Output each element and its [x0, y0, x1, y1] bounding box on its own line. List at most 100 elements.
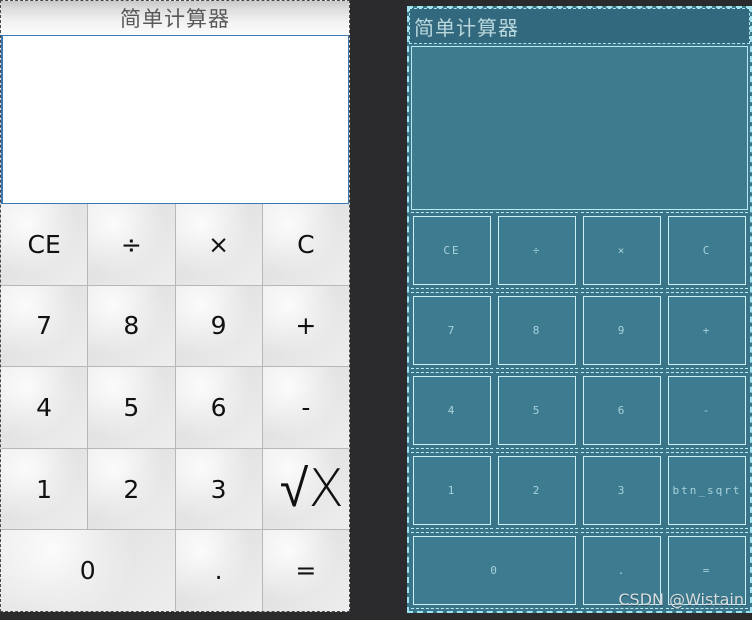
wf-window-title: 简单计算器 [414, 15, 519, 40]
key-label: 7 [36, 311, 53, 341]
btn-multiply[interactable]: × [175, 204, 262, 285]
wf-cell: + [666, 292, 748, 369]
key-label: 3 [210, 474, 227, 504]
wf-btn-8[interactable]: 8 [498, 296, 576, 365]
btn-8[interactable]: 8 [88, 285, 175, 367]
wf-cell: 5 [496, 372, 578, 449]
wf-cell: 0 [411, 532, 578, 609]
wf-btn-6[interactable]: 6 [583, 376, 661, 445]
wf-key-label: + [702, 324, 712, 337]
wf-btn-1[interactable]: 1 [413, 456, 491, 525]
key-label: 2 [123, 474, 140, 504]
btn-decimal[interactable]: . [175, 530, 262, 611]
wf-btn-divide[interactable]: ÷ [498, 216, 576, 285]
wf-cell: = [666, 532, 748, 609]
wf-btn-equals[interactable]: = [668, 536, 746, 605]
btn-c[interactable]: C [262, 204, 349, 285]
btn-0[interactable]: 0 [1, 530, 175, 611]
key-label: - [301, 392, 311, 422]
calculator-window-rendered: 简单计算器 CE ÷ × C 7 8 9 + 4 5 6 - 1 2 3 √X … [0, 0, 350, 612]
wf-key-label: 8 [532, 324, 542, 337]
key-label: 5 [123, 392, 140, 422]
key-label: = [295, 556, 317, 586]
key-label: 6 [210, 392, 227, 422]
wf-key-label: 4 [447, 404, 457, 417]
wf-btn-minus[interactable]: - [668, 376, 746, 445]
key-label: 9 [210, 311, 227, 341]
wf-btn-c[interactable]: C [668, 216, 746, 285]
wf-btn-5[interactable]: 5 [498, 376, 576, 445]
wf-cell: 1 [411, 452, 493, 529]
wf-cell: 3 [581, 452, 663, 529]
wf-cell: CE [411, 212, 493, 289]
wf-cell: 6 [581, 372, 663, 449]
wf-key-label: 3 [617, 484, 627, 497]
key-label: 0 [79, 556, 96, 586]
wf-btn-plus[interactable]: + [668, 296, 746, 365]
window-title: 简单计算器 [120, 7, 230, 31]
wf-key-label: . [617, 564, 627, 577]
wf-cell: 7 [411, 292, 493, 369]
wf-btn-decimal[interactable]: . [583, 536, 661, 605]
btn-minus[interactable]: - [262, 367, 349, 448]
wf-key-label: 6 [617, 404, 627, 417]
key-label: 4 [36, 392, 53, 422]
btn-5[interactable]: 5 [88, 367, 175, 448]
key-label: CE [27, 229, 61, 259]
wf-key-label: × [617, 244, 627, 257]
btn-6[interactable]: 6 [175, 367, 262, 448]
key-label: × [208, 229, 230, 259]
wf-cell: - [666, 372, 748, 449]
wf-keypad-grid: CE ÷ × C 7 8 9 + 4 5 6 - 1 2 3 btn_sqrt … [409, 210, 750, 611]
wf-cell: 8 [496, 292, 578, 369]
display-field[interactable] [1, 35, 349, 204]
wf-cell: 4 [411, 372, 493, 449]
btn-4[interactable]: 4 [1, 367, 88, 448]
wf-btn-ce[interactable]: CE [413, 216, 491, 285]
wf-btn-7[interactable]: 7 [413, 296, 491, 365]
btn-equals[interactable]: = [262, 530, 349, 611]
wf-btn-sqrt[interactable]: btn_sqrt [668, 456, 746, 525]
key-label: + [295, 311, 317, 341]
btn-7[interactable]: 7 [1, 285, 88, 367]
wf-key-label: = [702, 564, 712, 577]
keypad-grid: CE ÷ × C 7 8 9 + 4 5 6 - 1 2 3 √X 0 . = [1, 204, 349, 611]
wf-key-label: C [702, 244, 712, 257]
btn-9[interactable]: 9 [175, 285, 262, 367]
wf-cell: C [666, 212, 748, 289]
btn-sqrt[interactable]: √X [262, 448, 349, 530]
wf-btn-9[interactable]: 9 [583, 296, 661, 365]
wf-cell: 2 [496, 452, 578, 529]
wf-cell: 9 [581, 292, 663, 369]
titlebar: 简单计算器 [1, 1, 349, 35]
wf-key-label: btn_sqrt [672, 484, 742, 497]
wf-display-field[interactable] [411, 46, 748, 210]
btn-1[interactable]: 1 [1, 448, 88, 530]
btn-ce[interactable]: CE [1, 204, 88, 285]
wf-btn-4[interactable]: 4 [413, 376, 491, 445]
btn-3[interactable]: 3 [175, 448, 262, 530]
wf-cell: . [581, 532, 663, 609]
btn-2[interactable]: 2 [88, 448, 175, 530]
key-label: ÷ [120, 229, 142, 259]
btn-plus[interactable]: + [262, 285, 349, 367]
wf-btn-multiply[interactable]: × [583, 216, 661, 285]
sqrt-icon: √X [279, 459, 344, 519]
wf-titlebar: 简单计算器 [409, 8, 750, 44]
key-label: 8 [123, 311, 140, 341]
wf-cell: × [581, 212, 663, 289]
wf-btn-2[interactable]: 2 [498, 456, 576, 525]
wf-key-label: CE [443, 244, 461, 257]
key-label: 1 [36, 474, 53, 504]
wf-key-label: 7 [447, 324, 457, 337]
wf-btn-0[interactable]: 0 [413, 536, 576, 605]
wf-btn-3[interactable]: 3 [583, 456, 661, 525]
key-label: . [214, 556, 223, 586]
wf-key-label: 5 [532, 404, 542, 417]
wf-key-label: 1 [447, 484, 457, 497]
calculator-window-wireframe: 简单计算器 CE ÷ × C 7 8 9 + 4 5 6 - 1 2 3 btn… [407, 6, 752, 613]
wf-key-label: ÷ [532, 244, 542, 257]
btn-divide[interactable]: ÷ [88, 204, 175, 285]
key-label: C [297, 229, 315, 259]
wf-key-label: 0 [490, 564, 499, 577]
